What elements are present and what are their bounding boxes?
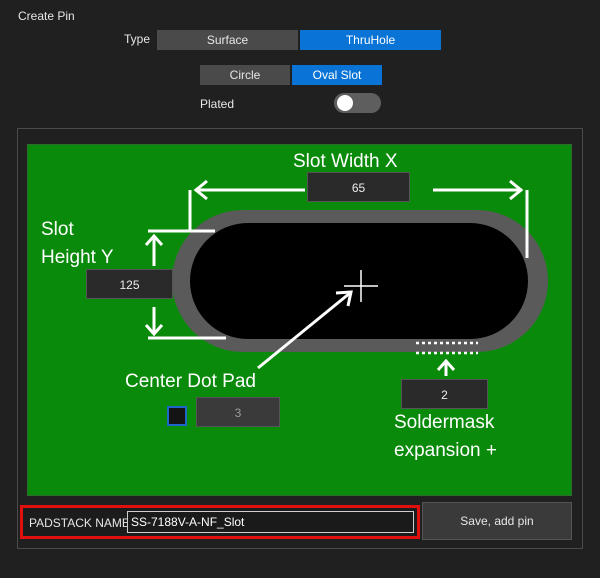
padstack-name-input[interactable] <box>127 511 414 533</box>
center-dot-label: Center Dot Pad <box>125 371 256 392</box>
center-dot-checkbox[interactable] <box>167 406 187 426</box>
soldermask-input[interactable]: 2 <box>401 379 488 409</box>
oval-pad <box>190 223 528 339</box>
padstack-name-area: PADSTACK NAME <box>20 505 420 539</box>
padstack-name-label: PADSTACK NAME <box>29 516 130 530</box>
center-dot-input[interactable]: 3 <box>196 397 280 427</box>
soldermask-label-line1: Soldermask <box>394 412 495 433</box>
soldermask-label-line2: expansion + <box>394 440 497 461</box>
slot-width-input[interactable]: 65 <box>307 172 410 202</box>
slot-height-label-line2: Height Y <box>41 247 114 268</box>
slot-height-label-line1: Slot <box>41 219 74 240</box>
save-add-pin-button[interactable]: Save, add pin <box>422 502 572 540</box>
slot-height-input[interactable]: 125 <box>86 269 173 299</box>
